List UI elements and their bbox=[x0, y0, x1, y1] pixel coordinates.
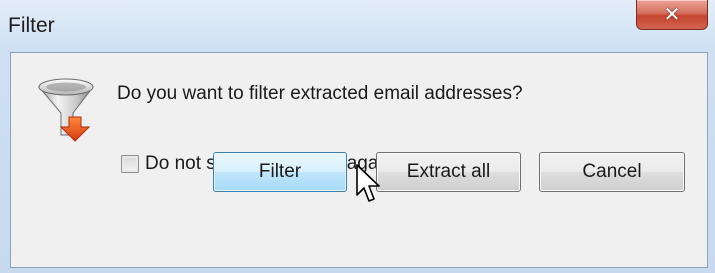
filter-dialog-window: Filter ✕ Do you want to filter extracted… bbox=[0, 0, 715, 273]
funnel-download-icon bbox=[37, 78, 95, 142]
filter-button[interactable]: Filter bbox=[213, 152, 347, 192]
dialog-message: Do you want to filter extracted email ad… bbox=[117, 83, 523, 104]
close-button[interactable]: ✕ bbox=[636, 0, 708, 30]
mouse-pointer-icon bbox=[356, 164, 380, 202]
dont-show-again-checkbox[interactable] bbox=[121, 155, 139, 173]
close-icon: ✕ bbox=[663, 2, 681, 26]
cancel-button[interactable]: Cancel bbox=[539, 152, 685, 192]
window-title: Filter bbox=[8, 14, 55, 37]
extract-all-button[interactable]: Extract all bbox=[376, 152, 521, 192]
title-bar[interactable]: Filter ✕ bbox=[0, 0, 715, 52]
